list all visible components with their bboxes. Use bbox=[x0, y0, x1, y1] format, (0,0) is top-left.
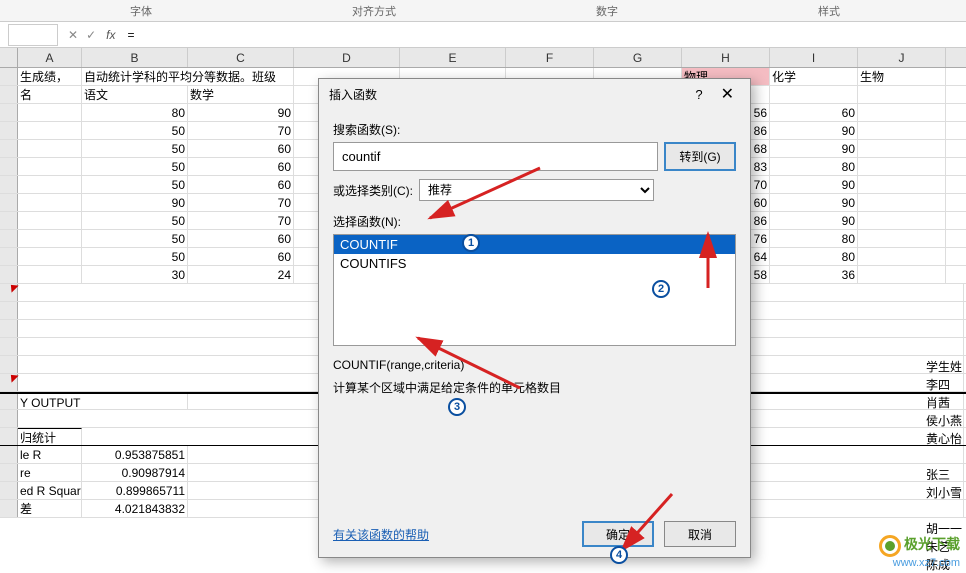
close-icon[interactable]: ✕ bbox=[715, 84, 740, 104]
col-header[interactable]: I bbox=[770, 48, 858, 67]
annotation-badge-3: 3 bbox=[448, 398, 466, 416]
col-header[interactable]: J bbox=[858, 48, 946, 67]
function-description: COUNTIF(range,criteria) 计算某个区域中满足给定条件的单元… bbox=[333, 356, 736, 398]
annotation-badge-1: 1 bbox=[462, 234, 480, 252]
col-header[interactable]: G bbox=[594, 48, 682, 67]
ok-button[interactable]: 确定 bbox=[582, 521, 654, 547]
goto-button[interactable]: 转到(G) bbox=[664, 142, 736, 171]
annotation-badge-2: 2 bbox=[652, 280, 670, 298]
formula-input[interactable]: = bbox=[123, 28, 966, 42]
col-header[interactable]: F bbox=[506, 48, 594, 67]
cancel-icon[interactable]: ✕ bbox=[68, 28, 78, 42]
col-header[interactable]: A bbox=[18, 48, 82, 67]
col-header[interactable]: B bbox=[82, 48, 188, 67]
annotation-badge-4: 4 bbox=[610, 546, 628, 564]
category-select[interactable]: 推荐 bbox=[419, 179, 654, 201]
dialog-help-button[interactable]: ? bbox=[695, 87, 702, 102]
select-function-label: 选择函数(N): bbox=[333, 213, 736, 230]
watermark: 极光下载 www.xz7.com bbox=[879, 534, 960, 569]
col-header[interactable]: C bbox=[188, 48, 294, 67]
ribbon-section-labels: 字体 对齐方式 数字 样式 bbox=[0, 0, 966, 22]
dialog-titlebar[interactable]: 插入函数 ? ✕ bbox=[319, 79, 750, 109]
function-list-item[interactable]: COUNTIF bbox=[334, 235, 735, 254]
search-input[interactable] bbox=[333, 142, 658, 171]
category-label: 或选择类别(C): bbox=[333, 182, 413, 199]
search-label: 搜索函数(S): bbox=[333, 121, 736, 138]
formula-bar: ✕ ✓ fx = bbox=[0, 22, 966, 48]
col-header[interactable]: H bbox=[682, 48, 770, 67]
function-list[interactable]: COUNTIF COUNTIFS bbox=[333, 234, 736, 346]
name-box[interactable] bbox=[8, 24, 58, 46]
function-list-item[interactable]: COUNTIFS bbox=[334, 254, 735, 273]
fx-icon[interactable]: fx bbox=[106, 28, 115, 42]
column-headers: A B C D E F G H I J bbox=[0, 48, 966, 68]
col-header[interactable]: D bbox=[294, 48, 400, 67]
help-link[interactable]: 有关该函数的帮助 bbox=[333, 526, 572, 543]
dialog-title: 插入函数 bbox=[329, 86, 695, 103]
col-header[interactable]: E bbox=[400, 48, 506, 67]
cancel-button[interactable]: 取消 bbox=[664, 521, 736, 547]
accept-icon[interactable]: ✓ bbox=[86, 28, 96, 42]
insert-function-dialog: 插入函数 ? ✕ 搜索函数(S): 转到(G) 或选择类别(C): 推荐 选择函… bbox=[318, 78, 751, 558]
select-all-corner[interactable] bbox=[0, 48, 18, 67]
watermark-logo-icon bbox=[879, 535, 901, 557]
